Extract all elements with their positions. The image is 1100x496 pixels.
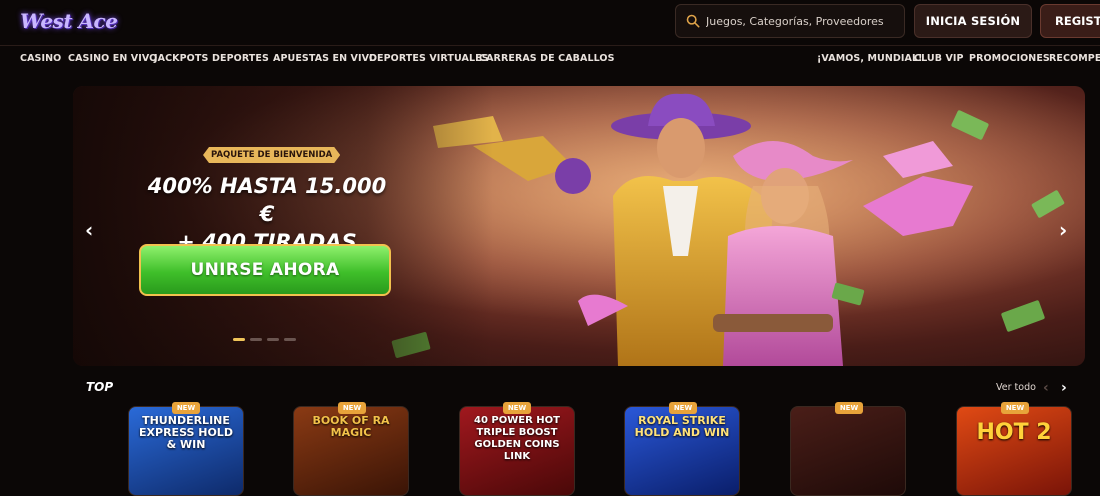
slide-dot[interactable] <box>284 338 296 341</box>
join-now-button[interactable]: UNIRSE AHORA <box>139 244 391 296</box>
banner-prev-arrow-icon[interactable]: ‹ <box>85 218 93 242</box>
new-badge: NEW <box>172 402 200 414</box>
game-title: 40 POWER HOT TRIPLE BOOST GOLDEN COINS L… <box>474 415 560 462</box>
game-title: THUNDERLINE EXPRESS HOLD & WIN <box>139 414 233 451</box>
nav-item-casino[interactable]: CASINO <box>20 53 61 64</box>
game-card[interactable]: BOOK OF RA MAGIC <box>293 406 409 496</box>
search-input[interactable] <box>706 14 886 28</box>
new-badge: NEW <box>338 402 366 414</box>
search-icon <box>686 14 700 28</box>
new-badge: NEW <box>835 402 863 414</box>
next-page-icon[interactable]: › <box>1061 380 1067 396</box>
game-card[interactable]: THUNDERLINE EXPRESS HOLD & WIN <box>128 406 244 496</box>
nav-item-apuestas-en-vivo[interactable]: APUESTAS EN VIVO <box>273 53 377 64</box>
promo-banner[interactable]: ‹ › PAQUETE DE BIENVENIDA 400% HASTA 15.… <box>73 86 1085 366</box>
header: West Ace INICIA SESIÓN REGISTRO <box>0 0 1100 46</box>
game-card[interactable]: HOT 2 <box>956 406 1072 496</box>
prev-page-icon[interactable]: ‹ <box>1043 380 1049 396</box>
nav-item-casino-en-vivo[interactable]: CASINO EN VIVO <box>68 53 157 64</box>
site-logo[interactable]: West Ace <box>20 4 118 38</box>
nav-item-club-vip[interactable]: CLUB VIP <box>914 53 964 64</box>
logo-text: West Ace <box>20 9 118 33</box>
headline-line-1: 400% HASTA 15.000 € <box>147 174 387 226</box>
nav-item-jackpots[interactable]: JACKPOTS <box>154 53 208 64</box>
nav-item-recompensas[interactable]: RECOMPENS <box>1049 53 1100 64</box>
register-button[interactable]: REGISTRO <box>1040 4 1100 38</box>
see-all-link[interactable]: Ver todo <box>996 382 1036 393</box>
nav-item-carreras-de-caballos[interactable]: CARRERAS DE CABALLOS <box>479 53 615 64</box>
search-box[interactable] <box>675 4 905 38</box>
login-button[interactable]: INICIA SESIÓN <box>914 4 1032 38</box>
game-title: ROYAL STRIKE HOLD AND WIN <box>634 414 730 439</box>
nav-item-promociones[interactable]: PROMOCIONES <box>969 53 1050 64</box>
nav-item-vamos-mundial[interactable]: ¡VAMOS, MUNDIAL! <box>817 53 923 64</box>
main-nav: CASINO CASINO EN VIVO JACKPOTS DEPORTES … <box>0 46 1100 72</box>
slide-dot[interactable] <box>250 338 262 341</box>
slide-indicators <box>233 338 296 341</box>
section-title-top: TOP <box>86 380 114 394</box>
new-badge: NEW <box>669 402 697 414</box>
game-card[interactable] <box>790 406 906 496</box>
slide-dot[interactable] <box>267 338 279 341</box>
game-title: HOT 2 <box>976 420 1052 445</box>
nav-item-deportes[interactable]: DEPORTES <box>212 53 269 64</box>
game-title: BOOK OF RA MAGIC <box>312 414 390 439</box>
game-card[interactable]: 40 POWER HOT TRIPLE BOOST GOLDEN COINS L… <box>459 406 575 496</box>
slide-dot[interactable] <box>233 338 245 341</box>
banner-next-arrow-icon[interactable]: › <box>1059 218 1067 242</box>
new-badge: NEW <box>503 402 531 414</box>
new-badge: NEW <box>1001 402 1029 414</box>
nav-item-deportes-virtuales[interactable]: DEPORTES VIRTUALES <box>369 53 489 64</box>
welcome-package-tag: PAQUETE DE BIENVENIDA <box>203 147 340 163</box>
game-card[interactable]: ROYAL STRIKE HOLD AND WIN <box>624 406 740 496</box>
